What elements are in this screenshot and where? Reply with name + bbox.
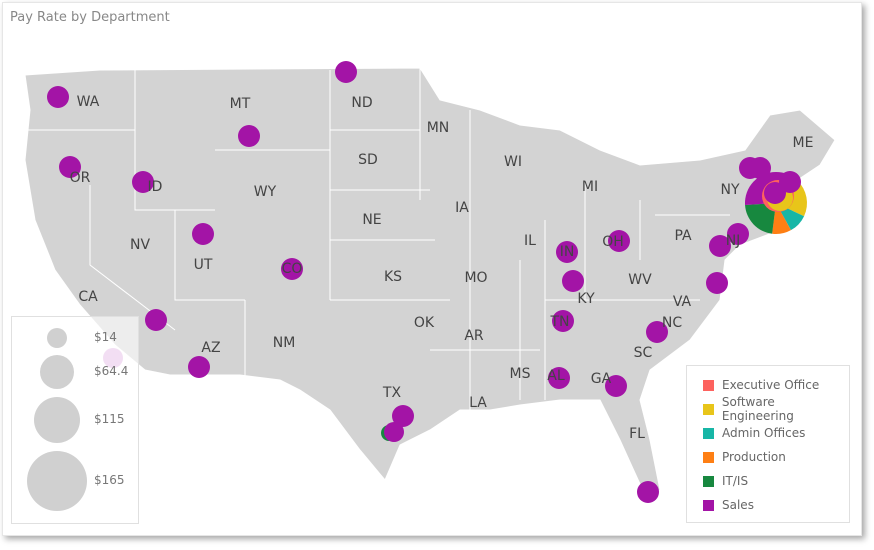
legend-label: Production bbox=[722, 450, 786, 464]
legend-item[interactable]: Production bbox=[687, 445, 849, 469]
state-label-ky: KY bbox=[577, 291, 595, 307]
state-label-nj: NJ bbox=[725, 233, 741, 249]
legend-item[interactable]: Admin Offices bbox=[687, 421, 849, 445]
legend-item[interactable]: Software Engineering bbox=[687, 395, 849, 423]
state-label-ut: UT bbox=[193, 257, 213, 273]
state-label-ok: OK bbox=[413, 315, 435, 331]
legend-swatch bbox=[703, 475, 714, 487]
state-label-co: CO bbox=[281, 261, 303, 277]
state-label-az: AZ bbox=[201, 340, 221, 356]
size-legend-label: $165 bbox=[94, 473, 125, 487]
state-label-nc: NC bbox=[661, 315, 683, 331]
state-label-va: VA bbox=[672, 294, 692, 310]
legend-label: Sales bbox=[722, 498, 754, 512]
legend-label: Software Engineering bbox=[721, 395, 794, 423]
bubble-sales[interactable] bbox=[637, 481, 659, 503]
state-label-or: OR bbox=[69, 170, 91, 186]
state-label-id: ID bbox=[147, 179, 163, 195]
bubble-sales[interactable] bbox=[188, 356, 210, 378]
department-legend: Executive Office Software Engineering Admi… bbox=[686, 365, 850, 523]
state-label-la: LA bbox=[469, 395, 487, 411]
legend-swatch bbox=[703, 499, 714, 511]
bubble-sales[interactable] bbox=[779, 171, 801, 193]
state-label-in: IN bbox=[559, 244, 575, 260]
state-label-fl: FL bbox=[629, 426, 645, 442]
bubble-sales[interactable] bbox=[562, 270, 584, 292]
size-legend-label: $64.4 bbox=[94, 364, 129, 378]
state-label-ms: MS bbox=[509, 366, 531, 382]
state-label-mt: MT bbox=[229, 96, 251, 112]
state-label-ne: NE bbox=[362, 212, 382, 228]
size-legend-circle bbox=[40, 355, 74, 389]
size-legend-label: $14 bbox=[94, 330, 117, 344]
bubble-sales[interactable] bbox=[47, 86, 69, 108]
state-label-ia: IA bbox=[455, 200, 469, 216]
legend-swatch bbox=[703, 403, 714, 415]
state-label-wa: WA bbox=[76, 94, 100, 110]
bubble-sales[interactable] bbox=[335, 61, 357, 83]
bubble-sales[interactable] bbox=[145, 309, 167, 331]
state-label-ks: KS bbox=[383, 269, 403, 285]
legend-swatch bbox=[703, 379, 714, 391]
bubble-sales[interactable] bbox=[238, 125, 260, 147]
bubble-sales[interactable] bbox=[384, 422, 404, 442]
legend-swatch bbox=[703, 427, 714, 439]
state-label-oh: OH bbox=[602, 234, 624, 250]
state-label-ca: CA bbox=[78, 289, 98, 305]
state-label-me: ME bbox=[792, 135, 814, 151]
state-label-wi: WI bbox=[504, 154, 522, 170]
state-label-al: AL bbox=[547, 368, 565, 384]
size-legend-circle bbox=[47, 328, 67, 348]
state-label-nm: NM bbox=[272, 335, 296, 351]
state-label-nd: ND bbox=[351, 95, 373, 111]
state-label-nv: NV bbox=[129, 237, 151, 253]
legend-item[interactable]: Executive Office bbox=[687, 373, 849, 397]
state-label-mn: MN bbox=[426, 120, 450, 136]
state-label-mo: MO bbox=[464, 270, 488, 286]
state-label-mi: MI bbox=[581, 179, 599, 195]
state-label-wy: WY bbox=[253, 184, 277, 200]
bubble-sales[interactable] bbox=[706, 272, 728, 294]
state-label-sd: SD bbox=[358, 152, 378, 168]
bubble-sales[interactable] bbox=[192, 223, 214, 245]
state-label-wv: WV bbox=[628, 272, 652, 288]
legend-item[interactable]: Sales bbox=[687, 493, 849, 517]
legend-item[interactable]: IT/IS bbox=[687, 469, 849, 493]
state-label-ar: AR bbox=[464, 328, 484, 344]
state-label-sc: SC bbox=[633, 345, 653, 361]
size-legend-label: $115 bbox=[94, 412, 125, 426]
state-label-ga: GA bbox=[590, 371, 612, 387]
legend-label: Executive Office bbox=[722, 378, 820, 392]
state-label-ny: NY bbox=[720, 182, 740, 198]
state-label-tn: TN bbox=[550, 314, 570, 330]
state-label-il: IL bbox=[524, 233, 536, 249]
legend-label: IT/IS bbox=[722, 474, 749, 488]
legend-swatch bbox=[703, 451, 714, 463]
size-legend-circle bbox=[27, 451, 87, 511]
legend-label: Admin Offices bbox=[722, 426, 806, 440]
state-label-tx: TX bbox=[382, 385, 402, 401]
size-legend-circle bbox=[34, 397, 80, 443]
state-label-pa: PA bbox=[674, 228, 692, 244]
